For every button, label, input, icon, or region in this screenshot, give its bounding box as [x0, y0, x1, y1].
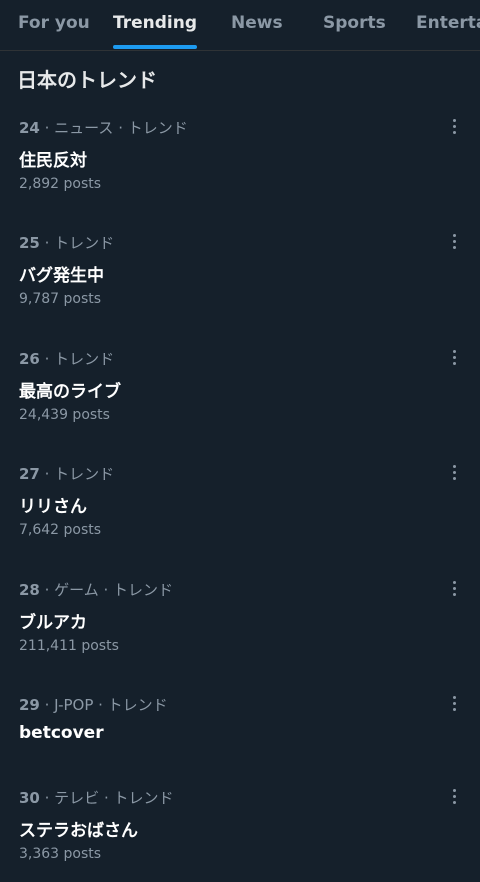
trend-name: 最高のライブ — [19, 382, 121, 402]
trend-meta: 26 · トレンド — [19, 348, 114, 369]
trend-rank: 30 — [19, 789, 40, 807]
tab-sports[interactable]: Sports — [323, 0, 386, 50]
trend-rank: 26 — [19, 350, 40, 368]
trend-rank: 29 — [19, 696, 40, 714]
tab-label: News — [231, 13, 283, 33]
trend-item[interactable]: 28 · ゲーム · トレンド ブルアカ 211,411 posts — [0, 579, 480, 674]
trend-name: ステラおばさん — [19, 821, 138, 841]
trend-post-count: 211,411 posts — [19, 638, 119, 654]
trend-meta: 30 · テレビ · トレンド — [19, 787, 173, 808]
trend-category: · トレンド — [39, 465, 115, 483]
trend-post-count: 3,363 posts — [19, 846, 102, 862]
trend-rank: 27 — [19, 465, 40, 483]
trend-category: · ニュース · トレンド — [39, 119, 188, 137]
trend-rank: 28 — [19, 581, 40, 599]
more-horizontal-icon[interactable] — [445, 579, 465, 599]
trend-category: · J-POP · トレンド — [39, 696, 168, 714]
trend-name: リリさん — [19, 497, 87, 517]
tab-bar: For you Trending News Sports Entertainme… — [0, 0, 480, 51]
trend-post-count: 7,642 posts — [19, 522, 102, 538]
tab-trending[interactable]: Trending — [113, 0, 198, 50]
trend-post-count: 9,787 posts — [19, 291, 102, 307]
more-horizontal-icon[interactable] — [445, 463, 465, 483]
tab-label: Trending — [113, 13, 198, 33]
trend-item[interactable]: 24 · ニュース · トレンド 住民反対 2,892 posts — [0, 117, 480, 212]
trend-category: · テレビ · トレンド — [39, 789, 174, 807]
tab-label: For you — [18, 13, 90, 33]
trend-item[interactable]: 25 · トレンド バグ発生中 9,787 posts — [0, 232, 480, 327]
trend-meta: 27 · トレンド — [19, 463, 114, 484]
section-title: 日本のトレンド — [17, 68, 157, 92]
trend-meta: 24 · ニュース · トレンド — [19, 117, 188, 138]
more-horizontal-icon[interactable] — [445, 117, 465, 137]
trend-category: · トレンド — [39, 234, 115, 252]
more-horizontal-icon[interactable] — [445, 694, 465, 714]
tab-news[interactable]: News — [231, 0, 283, 50]
tab-entertainment[interactable]: Entertainment — [416, 0, 480, 50]
trend-rank: 24 — [19, 119, 40, 137]
more-horizontal-icon[interactable] — [445, 787, 465, 807]
trend-post-count: 2,892 posts — [19, 176, 102, 192]
trend-category: · ゲーム · トレンド — [39, 581, 174, 599]
more-horizontal-icon[interactable] — [445, 348, 465, 368]
trend-category: · トレンド — [39, 350, 115, 368]
tab-label: Sports — [323, 13, 386, 33]
tab-label: Entertainment — [416, 13, 480, 33]
trend-name: ブルアカ — [19, 613, 87, 633]
trend-rank: 25 — [19, 234, 40, 252]
trend-item[interactable]: 26 · トレンド 最高のライブ 24,439 posts — [0, 348, 480, 443]
trend-name: バグ発生中 — [19, 266, 104, 286]
active-tab-indicator — [113, 45, 198, 49]
tab-for-you[interactable]: For you — [18, 0, 90, 50]
trend-item[interactable]: 29 · J-POP · トレンド betcover — [0, 694, 480, 789]
trend-name: betcover — [19, 723, 104, 743]
trend-meta: 25 · トレンド — [19, 232, 114, 253]
trend-item[interactable]: 30 · テレビ · トレンド ステラおばさん 3,363 posts — [0, 787, 480, 882]
trend-meta: 29 · J-POP · トレンド — [19, 694, 168, 715]
trend-meta: 28 · ゲーム · トレンド — [19, 579, 173, 600]
trend-name: 住民反対 — [19, 151, 87, 171]
trend-post-count: 24,439 posts — [19, 407, 110, 423]
trend-item[interactable]: 27 · トレンド リリさん 7,642 posts — [0, 463, 480, 558]
more-horizontal-icon[interactable] — [445, 232, 465, 252]
